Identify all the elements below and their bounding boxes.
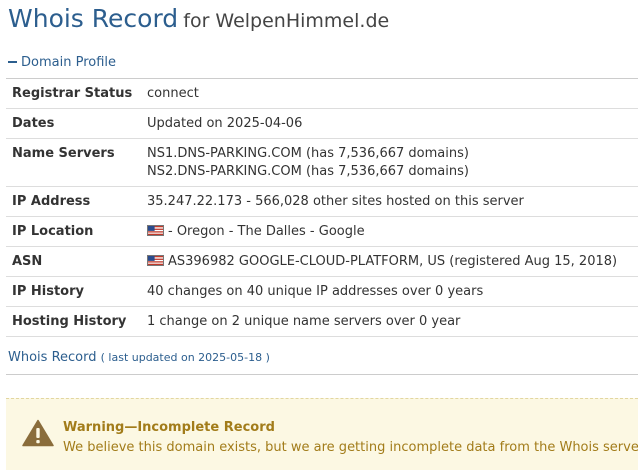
row-value: Updated on 2025-04-06 (147, 116, 303, 131)
warning-title: Warning—Incomplete Record (63, 420, 275, 435)
minus-icon (8, 60, 17, 63)
whois-divider (6, 374, 638, 375)
profile-row-registrar-status: Registrar Status connect (6, 79, 638, 109)
profile-row-name-servers: Name Servers NS1.DNS-PARKING.COM (has 7,… (6, 139, 638, 187)
row-value: 1 change on 2 unique name servers over 0… (147, 314, 461, 329)
profile-row-ip-address: IP Address 35.247.22.173 - 566,028 other… (6, 187, 638, 217)
page-title-main: Whois Record (8, 4, 179, 33)
row-label: Dates (12, 116, 55, 131)
us-flag-icon (147, 225, 164, 236)
name-server-2: NS2.DNS-PARKING.COM (has 7,536,667 domai… (147, 164, 469, 179)
ip-location-value: - Oregon - The Dalles - Google (147, 224, 365, 239)
profile-row-hosting-history: Hosting History 1 change on 2 unique nam… (6, 307, 638, 337)
profile-row-ip-history: IP History 40 changes on 40 unique IP ad… (6, 277, 638, 307)
row-value: connect (147, 86, 199, 101)
page-title-domain: for WelpenHimmel.de (183, 10, 390, 32)
profile-row-asn: ASN AS396982 GOOGLE-CLOUD-PLATFORM, US (… (6, 247, 638, 277)
row-value: 35.247.22.173 - 566,028 other sites host… (147, 194, 524, 209)
asn-value: AS396982 GOOGLE-CLOUD-PLATFORM, US (regi… (147, 254, 617, 269)
warning-text: We believe this domain exists, but we ar… (63, 440, 638, 455)
row-label: Name Servers (12, 146, 115, 161)
row-value: - Oregon - The Dalles - Google (168, 224, 365, 239)
us-flag-icon (147, 255, 164, 266)
name-server-1: NS1.DNS-PARKING.COM (has 7,536,667 domai… (147, 146, 469, 161)
profile-row-dates: Dates Updated on 2025-04-06 (6, 109, 638, 139)
row-label: Registrar Status (12, 86, 133, 101)
domain-profile-label: Domain Profile (21, 55, 116, 70)
row-label: IP Address (12, 194, 91, 209)
row-label: IP History (12, 284, 84, 299)
page-title: Whois Record for WelpenHimmel.de (8, 4, 389, 33)
profile-row-ip-location: IP Location - Oregon - The Dalles - Goog… (6, 217, 638, 247)
row-label: Hosting History (12, 314, 127, 329)
whois-record-label: Whois Record (8, 350, 97, 365)
whois-record-heading: Whois Record ( last updated on 2025-05-1… (8, 350, 270, 365)
row-label: IP Location (12, 224, 94, 239)
row-value: AS396982 GOOGLE-CLOUD-PLATFORM, US (regi… (168, 254, 618, 269)
row-label: ASN (12, 254, 43, 269)
incomplete-record-warning: Warning—Incomplete Record We believe thi… (6, 398, 638, 470)
warning-triangle-icon (22, 419, 54, 447)
domain-profile-toggle[interactable]: Domain Profile (8, 55, 116, 70)
whois-last-updated: ( last updated on 2025-05-18 ) (100, 351, 270, 364)
whois-page: Whois Record for WelpenHimmel.de Domain … (0, 0, 638, 470)
row-value: 40 changes on 40 unique IP addresses ove… (147, 284, 484, 299)
